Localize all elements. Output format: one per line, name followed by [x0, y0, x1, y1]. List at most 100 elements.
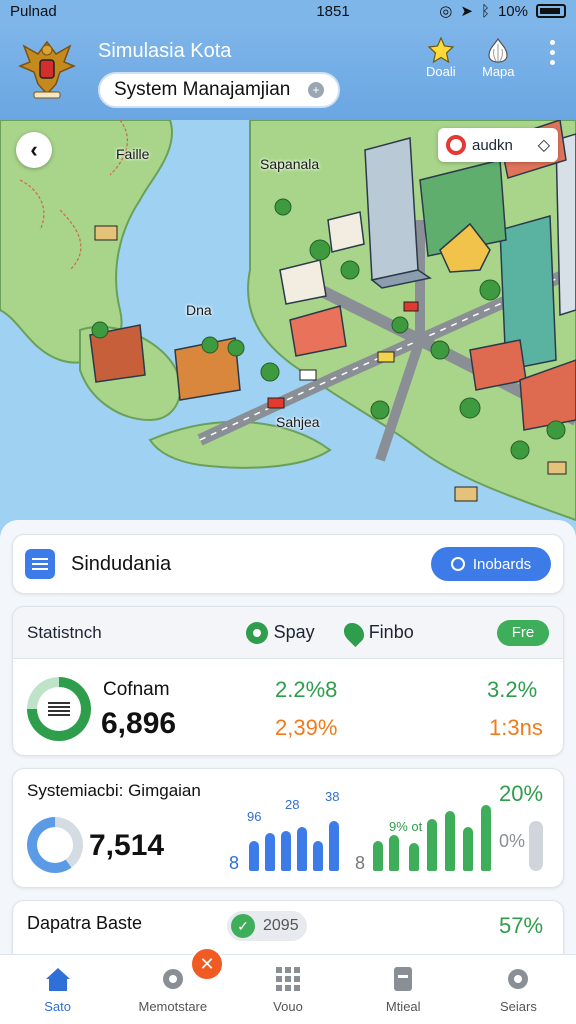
home-icon — [45, 968, 70, 991]
status-icons: ◎ ➤ ᛒ 10% — [439, 2, 566, 20]
map-label-dna: Dna — [186, 302, 212, 318]
green-percent: 2.2%8 — [275, 677, 338, 702]
statistics-header: Statistnch Spay Finbo Fre — [13, 607, 563, 659]
bar-label: 28 — [285, 797, 300, 812]
bar — [463, 827, 473, 871]
bluetooth-icon: ᛒ — [480, 2, 490, 20]
bar — [297, 827, 307, 871]
pin-icon — [339, 618, 368, 647]
menu-icon[interactable] — [25, 549, 55, 579]
bar — [409, 843, 419, 871]
garuda-emblem-icon — [18, 40, 76, 99]
tab-label: Spay — [273, 622, 315, 642]
search-card-label: Sindudania — [71, 552, 172, 575]
bar — [249, 841, 259, 871]
search-card[interactable]: Sindudania Inobards — [12, 534, 564, 594]
data-card-percent: 57% — [499, 913, 544, 938]
star-icon — [427, 36, 455, 64]
header-action-doali[interactable]: Doali — [426, 36, 456, 79]
garlic-icon — [488, 37, 508, 63]
map-label-sapanala: Sapanala — [260, 156, 320, 172]
system-card-title: Systemiacbi: Gimgaian — [27, 781, 201, 800]
audit-icon — [446, 135, 466, 155]
status-bar: Pulnad 1851 ◎ ➤ ᛒ 10% — [0, 0, 576, 22]
bar — [445, 811, 455, 871]
bar-label: 9% ot — [389, 819, 423, 834]
chevron-left-icon: ‹ — [30, 137, 38, 162]
right-green-percent: 3.2% — [487, 677, 538, 702]
bar-label: 8 — [355, 853, 366, 873]
check-icon: ✓ — [231, 914, 255, 938]
tab-spay[interactable]: Spay — [245, 621, 315, 644]
bar-label: 38 — [325, 789, 340, 804]
nav-item-memotstare[interactable]: Memotstare — [115, 955, 230, 1024]
system-selector[interactable]: System Manajamjian + — [98, 72, 340, 108]
navigation-icon: ➤ — [460, 3, 473, 20]
nav-label: Memotstare — [138, 999, 208, 1014]
status-badge: Fre — [497, 619, 549, 646]
app-header: Simulasia Kota System Manajamjian + Doal… — [0, 22, 576, 120]
data-pill-label: 2095 — [263, 917, 299, 934]
layers-icon: ◇ — [537, 137, 550, 154]
nav-item-mtieal[interactable]: Mtieal — [346, 955, 461, 1024]
green-bar-chart: 8 9% ot — [355, 799, 505, 873]
back-button[interactable]: ‹ — [16, 132, 52, 168]
nav-label: Mtieal — [385, 999, 421, 1014]
statistics-card: Statistnch Spay Finbo Fre Cofnam 6,896 2… — [12, 606, 564, 756]
bar — [427, 819, 437, 871]
battery-icon — [536, 4, 566, 18]
audit-chip[interactable]: audkn ◇ — [438, 128, 558, 162]
system-percent-mid: 0% — [499, 831, 526, 851]
city-map[interactable]: ‹ Faille Sapanala Dna Sahjea audkn ◇ — [0, 120, 576, 540]
stat-label: Cofnam — [103, 679, 170, 700]
bar — [389, 835, 399, 871]
tab-label: Finbo — [368, 622, 414, 642]
dashboards-button[interactable]: Inobards — [431, 547, 551, 581]
progress-donut — [27, 677, 91, 741]
settings-icon — [508, 969, 529, 989]
system-value: 7,514 — [89, 829, 165, 862]
location-icon: ◎ — [439, 3, 453, 20]
nav-label: Seiars — [499, 999, 537, 1014]
gray-gauge — [529, 821, 543, 871]
circle-icon — [450, 557, 465, 571]
more-options-icon[interactable] — [550, 40, 556, 65]
data-card: Dapatra Baste ✓ 2095 57% — [12, 900, 564, 954]
nav-label: Sato — [44, 999, 71, 1014]
right-orange-value: 1:3ns — [489, 715, 543, 740]
nav-item-seiars[interactable]: Seiars — [461, 955, 576, 1024]
nav-label: Vouo — [273, 999, 303, 1014]
audit-chip-label: audkn — [472, 136, 513, 154]
statistics-title: Statistnch — [27, 622, 102, 642]
map-illustration — [0, 120, 576, 522]
system-card: Systemiacbi: Gimgaian 20% 7,514 8 96 28 … — [12, 768, 564, 888]
bottom-sheet: Sindudania Inobards Statistnch Spay Finb… — [0, 520, 576, 954]
grid-icon — [276, 967, 300, 991]
app-title: Simulasia Kota — [98, 40, 232, 62]
stat-value: 6,896 — [101, 707, 177, 740]
bar-label: 96 — [247, 809, 262, 824]
bar — [373, 841, 383, 871]
bar — [313, 841, 323, 871]
bar — [281, 831, 291, 871]
list-icon — [37, 687, 81, 731]
nav-item-vouo[interactable]: Vouo — [230, 955, 345, 1024]
clock: 1851 — [316, 2, 350, 20]
tab-finbo[interactable]: Finbo — [339, 618, 414, 647]
blue-bar-chart: 8 96 28 38 — [229, 789, 349, 873]
data-pill[interactable]: ✓ 2095 — [227, 911, 307, 941]
bar-label: 8 — [229, 853, 240, 873]
map-label-sahjea: Sahjea — [276, 414, 320, 430]
dashboards-button-label: Inobards — [472, 555, 532, 573]
nav-item-sato[interactable]: Sato — [0, 955, 115, 1024]
header-action-label: Mapa — [482, 64, 515, 79]
gear-icon — [162, 969, 183, 989]
header-action-mapa[interactable]: Mapa — [482, 36, 515, 79]
system-selector-label: System Manajamjian — [114, 79, 291, 100]
system-percent-top: 20% — [499, 781, 544, 806]
bar — [265, 833, 275, 871]
map-label-faille: Faille — [116, 146, 150, 162]
info-icon[interactable]: + — [308, 82, 324, 98]
bar — [481, 805, 491, 871]
battery-label: 10% — [497, 2, 528, 20]
